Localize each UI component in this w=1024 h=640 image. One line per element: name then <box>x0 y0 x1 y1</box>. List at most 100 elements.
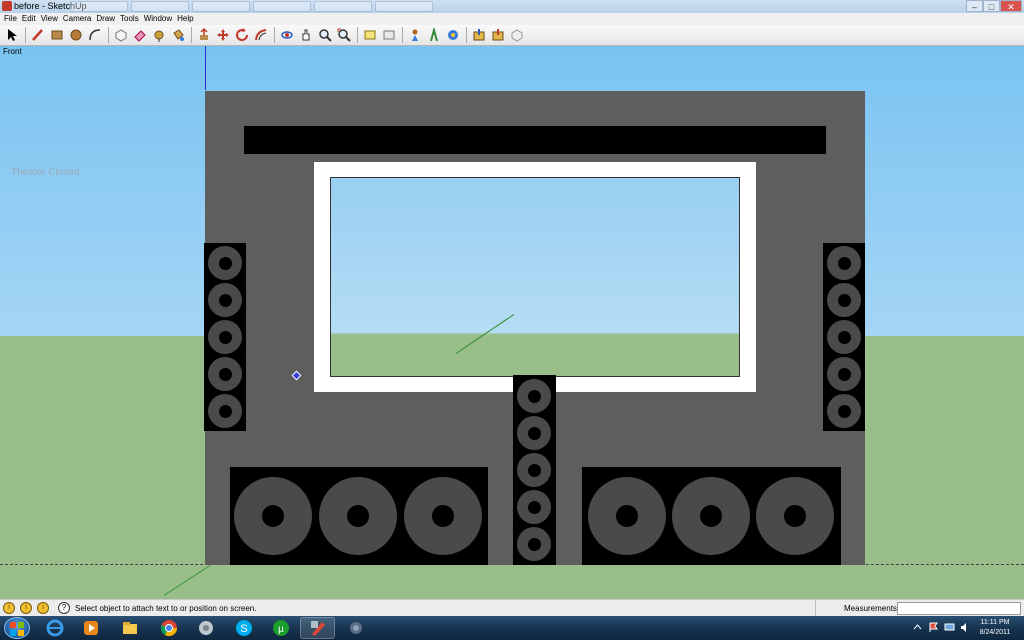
speaker-driver <box>827 357 861 391</box>
network-icon[interactable] <box>944 620 955 631</box>
subwoofer-driver <box>319 477 397 555</box>
speaker-driver <box>827 246 861 280</box>
walk-icon[interactable] <box>425 26 443 44</box>
user-icon[interactable]: i <box>37 602 49 614</box>
speaker-driver <box>517 379 551 413</box>
speaker-driver <box>517 453 551 487</box>
make-component-icon[interactable] <box>112 26 130 44</box>
speaker-driver <box>827 320 861 354</box>
menu-edit[interactable]: Edit <box>22 13 41 25</box>
eraser-icon[interactable] <box>131 26 149 44</box>
camera-app-taskbar-icon[interactable] <box>338 617 373 639</box>
menu-view[interactable]: View <box>41 13 63 25</box>
tray-arrow-icon[interactable] <box>912 620 923 631</box>
speaker-driver <box>208 283 242 317</box>
menu-bar: File Edit View Camera Draw Tools Window … <box>0 13 1024 25</box>
screen-text-label[interactable]: Theater Closed <box>11 167 79 178</box>
select-tool-icon[interactable] <box>3 26 21 44</box>
chrome-taskbar-icon[interactable] <box>151 617 186 639</box>
menu-tools[interactable]: Tools <box>120 13 144 25</box>
system-clock[interactable]: 11:11 PM 8/24/2011 <box>968 618 1022 638</box>
speaker-driver <box>208 320 242 354</box>
sketchup-app-icon <box>2 1 12 11</box>
menu-draw[interactable]: Draw <box>96 13 120 25</box>
status-message: Select object to attach text to or posit… <box>75 604 257 613</box>
offset-tool-icon[interactable] <box>252 26 270 44</box>
measurements-input[interactable] <box>897 602 1021 615</box>
orbit-icon[interactable] <box>278 26 296 44</box>
toolbar-separator <box>466 27 467 43</box>
previous-view-icon[interactable] <box>361 26 379 44</box>
rotate-tool-icon[interactable] <box>233 26 251 44</box>
share-model-icon[interactable] <box>489 26 507 44</box>
center-speaker-tower[interactable] <box>513 375 556 565</box>
arc-tool-icon[interactable] <box>86 26 104 44</box>
skype-taskbar-icon[interactable]: S <box>226 617 261 639</box>
push-pull-icon[interactable] <box>195 26 213 44</box>
get-models-icon[interactable] <box>470 26 488 44</box>
top-speaker-bar[interactable] <box>244 126 826 154</box>
subwoofer-driver <box>756 477 834 555</box>
geo-location-icon[interactable]: i <box>3 602 15 614</box>
help-icon[interactable]: ? <box>58 602 70 614</box>
speaker-driver <box>517 416 551 450</box>
tape-measure-icon[interactable] <box>150 26 168 44</box>
file-explorer-taskbar-icon[interactable] <box>112 617 147 639</box>
subwoofer-driver <box>404 477 482 555</box>
share-component-icon[interactable] <box>508 26 526 44</box>
menu-file[interactable]: File <box>4 13 22 25</box>
background-windows <box>70 1 433 12</box>
media-player-taskbar-icon[interactable] <box>73 617 108 639</box>
circle-tool-icon[interactable] <box>67 26 85 44</box>
menu-camera[interactable]: Camera <box>63 13 96 25</box>
sketchup-taskbar-icon[interactable] <box>300 617 335 639</box>
zoom-extents-icon[interactable] <box>335 26 353 44</box>
projection-screen[interactable] <box>330 177 740 377</box>
start-button[interactable] <box>4 617 30 639</box>
gadget-taskbar-icon[interactable] <box>188 617 223 639</box>
zoom-icon[interactable] <box>316 26 334 44</box>
toolbar-separator <box>357 27 358 43</box>
move-tool-icon[interactable] <box>214 26 232 44</box>
system-tray <box>912 620 971 632</box>
utorrent-taskbar-icon[interactable]: µ <box>263 617 298 639</box>
maximize-button[interactable]: □ <box>983 0 1000 12</box>
toolbar-separator <box>402 27 403 43</box>
credits-icon[interactable]: i <box>20 602 32 614</box>
svg-text:S: S <box>240 623 247 635</box>
look-around-icon[interactable] <box>444 26 462 44</box>
internet-explorer-taskbar-icon[interactable] <box>37 617 72 639</box>
windows-logo-icon <box>10 622 24 636</box>
speaker-driver <box>517 527 551 561</box>
left-speaker-tower[interactable] <box>204 243 246 431</box>
left-subwoofer-box[interactable] <box>230 467 488 565</box>
view-name-label: Front <box>3 47 22 56</box>
svg-text:µ: µ <box>278 624 284 635</box>
pan-icon[interactable] <box>297 26 315 44</box>
drawing-viewport[interactable]: Front Theater Closed <box>0 46 1024 599</box>
close-button[interactable]: ✕ <box>1000 0 1022 12</box>
speaker-driver <box>208 246 242 280</box>
speaker-driver <box>827 283 861 317</box>
right-subwoofer-box[interactable] <box>582 467 841 565</box>
toolbar-separator <box>108 27 109 43</box>
action-center-flag-icon[interactable] <box>928 620 939 632</box>
paint-bucket-icon[interactable] <box>169 26 187 44</box>
status-bar: i i i ? Select object to attach text to … <box>0 599 1024 617</box>
position-camera-icon[interactable] <box>406 26 424 44</box>
menu-window[interactable]: Window <box>144 13 177 25</box>
subwoofer-driver <box>588 477 666 555</box>
clock-time: 11:11 PM <box>980 619 1010 626</box>
taskbar: S µ 11:11 PM 8/24/2011 <box>0 616 1024 640</box>
speaker-driver <box>827 394 861 428</box>
line-tool-icon[interactable] <box>29 26 47 44</box>
speaker-driver <box>517 490 551 524</box>
next-view-icon[interactable] <box>380 26 398 44</box>
title-bar: before - SketchUp – □ ✕ <box>0 0 1024 13</box>
measurements-label: Measurements <box>815 600 897 617</box>
menu-help[interactable]: Help <box>177 13 198 25</box>
right-speaker-tower[interactable] <box>823 243 865 431</box>
toolbar-separator <box>191 27 192 43</box>
minimize-button[interactable]: – <box>966 0 983 12</box>
rectangle-tool-icon[interactable] <box>48 26 66 44</box>
